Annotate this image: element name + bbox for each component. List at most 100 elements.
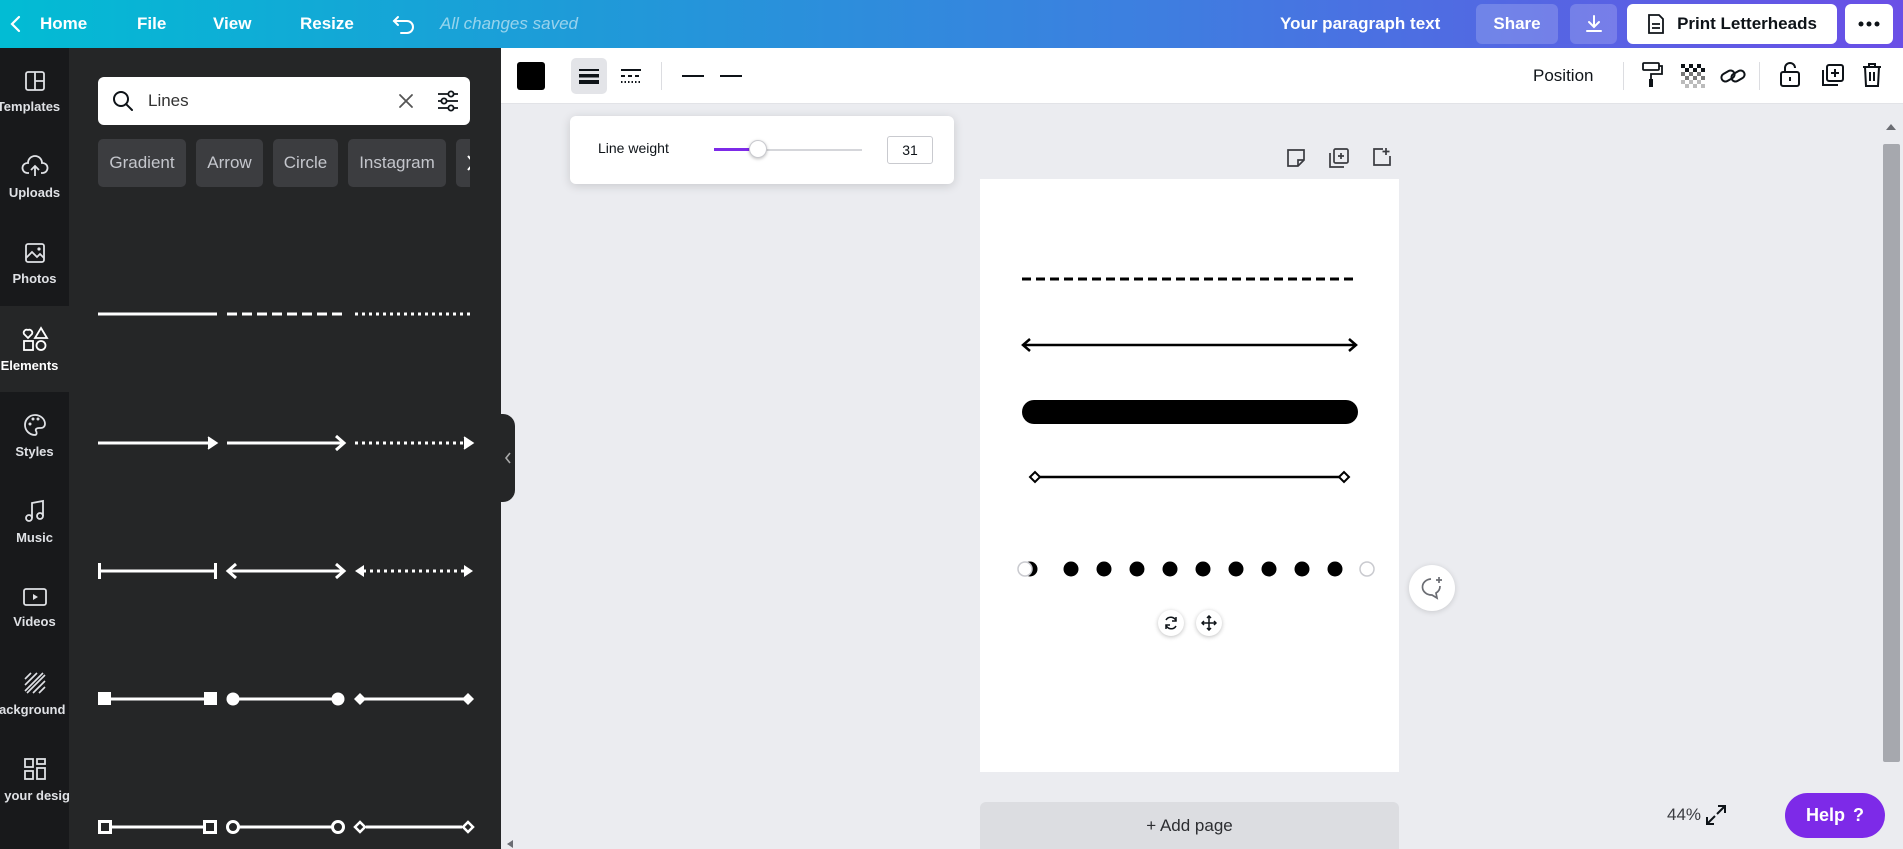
toolbar-divider-2 [1623, 62, 1624, 90]
duplicate-button[interactable] [1819, 63, 1845, 94]
rail-label-designs: All your designs [0, 787, 69, 803]
templates-icon [24, 70, 45, 91]
element-dotted-double-arrow-line[interactable] [355, 565, 473, 577]
element-dotted-arrow-line[interactable] [355, 436, 475, 450]
document-title[interactable]: Your paragraph text [1280, 0, 1440, 48]
rail-label-videos: Videos [13, 613, 56, 629]
line-end-button[interactable] [713, 58, 749, 94]
rail-item-music[interactable]: Music [0, 478, 69, 564]
line-weight-slider[interactable] [714, 140, 862, 158]
fullscreen-icon[interactable] [1705, 804, 1727, 826]
lock-button[interactable] [1779, 61, 1801, 94]
view-menu[interactable]: View [213, 0, 251, 48]
download-button[interactable] [1570, 4, 1617, 44]
canvas-selected-dotted-line[interactable] [1017, 561, 1375, 577]
rotate-handle[interactable] [1158, 610, 1184, 636]
toolbar-divider [661, 62, 662, 90]
element-arrow-line[interactable] [98, 436, 219, 450]
element-open-square-ends-line[interactable] [98, 820, 217, 834]
add-note-button[interactable] [1285, 147, 1307, 174]
chip-circle[interactable]: Circle [273, 139, 338, 187]
elements-panel: Gradient Arrow Circle Instagram [69, 48, 501, 849]
line-weight-value-input[interactable]: 31 [887, 136, 933, 164]
copy-style-button[interactable] [1640, 61, 1666, 94]
vertical-scrollbar[interactable] [1880, 120, 1903, 849]
chip-instagram[interactable]: Instagram [348, 139, 446, 187]
rail-item-uploads[interactable]: Uploads [0, 134, 69, 220]
move-handle[interactable] [1196, 610, 1222, 636]
back-chevron-icon[interactable] [10, 0, 22, 48]
element-circle-ends-line[interactable] [226, 692, 345, 706]
help-button[interactable]: Help ? [1785, 793, 1885, 838]
chip-arrow[interactable]: Arrow [196, 139, 263, 187]
chevron-right-icon [467, 155, 470, 171]
paint-roller-icon [1642, 62, 1663, 87]
duplicate-page-button[interactable] [1328, 147, 1350, 174]
rail-item-elements[interactable]: Elements [0, 306, 69, 392]
element-square-ends-line[interactable] [98, 692, 217, 705]
rail-item-designs[interactable]: All your designs [0, 736, 69, 822]
delete-button[interactable] [1861, 62, 1883, 93]
element-double-arrow-line[interactable] [225, 562, 347, 580]
rail-item-photos[interactable]: Photos [0, 220, 69, 306]
duplicate-icon [1822, 64, 1844, 86]
rail-item-videos[interactable]: Videos [0, 564, 69, 650]
context-toolbar: Position [501, 48, 1903, 104]
search-input[interactable] [148, 77, 388, 125]
chips-next-button[interactable] [456, 139, 470, 187]
canvas-diamond-ends-line[interactable] [1028, 470, 1351, 484]
line-weight-button[interactable] [571, 58, 607, 94]
line-color-swatch[interactable] [517, 62, 545, 90]
add-page-icon-button[interactable] [1371, 146, 1393, 173]
element-bar-ends-line[interactable] [98, 563, 217, 579]
add-comment-button[interactable] [1409, 565, 1455, 611]
home-link[interactable]: Home [40, 0, 87, 48]
undo-icon[interactable] [392, 0, 416, 48]
rail-label-templates: Templates [0, 98, 61, 114]
chip-gradient[interactable]: Gradient [98, 139, 186, 187]
share-button[interactable]: Share [1476, 4, 1558, 44]
line-style-button[interactable] [613, 58, 649, 94]
scroll-left-arrow-icon[interactable] [507, 840, 513, 848]
line-weight-label: Line weight [598, 140, 669, 156]
collapse-panel-button[interactable] [501, 414, 515, 502]
slider-thumb[interactable] [749, 140, 767, 158]
more-dots-icon [1858, 21, 1880, 27]
zoom-control[interactable]: 44% [1637, 789, 1743, 840]
element-open-diamond-ends-line[interactable] [353, 820, 475, 834]
palette-icon [23, 413, 46, 436]
rail-item-styles[interactable]: Styles [0, 392, 69, 478]
filter-sliders-icon[interactable] [436, 89, 460, 113]
element-open-arrow-line[interactable] [227, 434, 347, 452]
element-open-circle-ends-line[interactable] [226, 820, 345, 834]
element-dashed-line[interactable] [226, 298, 346, 328]
file-menu[interactable]: File [137, 0, 166, 48]
element-solid-line[interactable] [98, 298, 218, 328]
canvas-double-arrow-line[interactable] [1021, 338, 1358, 352]
line-start-button[interactable] [675, 58, 711, 94]
unlock-icon [1780, 62, 1800, 87]
resize-menu[interactable]: Resize [300, 0, 354, 48]
transparency-checker-icon [1681, 64, 1705, 88]
link-button[interactable] [1719, 64, 1747, 93]
clear-search-icon[interactable] [398, 93, 414, 109]
rail-label-background: Background [0, 701, 66, 717]
zoom-level[interactable]: 44% [1667, 805, 1701, 825]
note-icon [1287, 149, 1305, 167]
element-dotted-line[interactable] [354, 298, 474, 328]
position-button[interactable]: Position [1533, 48, 1593, 104]
transparency-button[interactable] [1681, 64, 1705, 93]
rail-item-templates[interactable]: Templates [0, 48, 69, 134]
rail-item-background[interactable]: Background [0, 650, 69, 736]
design-page[interactable] [980, 179, 1399, 772]
element-diamond-ends-line[interactable] [354, 693, 474, 705]
print-letterheads-button[interactable]: Print Letterheads [1627, 4, 1837, 44]
more-options-button[interactable] [1845, 4, 1893, 44]
search-box[interactable] [98, 77, 470, 125]
line-style-icon [621, 69, 641, 83]
designs-icon [23, 757, 46, 780]
document-icon [1648, 14, 1664, 34]
rail-label-styles: Styles [15, 443, 54, 459]
scrollbar-thumb[interactable] [1883, 144, 1900, 762]
scroll-up-arrow-icon[interactable] [1886, 124, 1896, 130]
